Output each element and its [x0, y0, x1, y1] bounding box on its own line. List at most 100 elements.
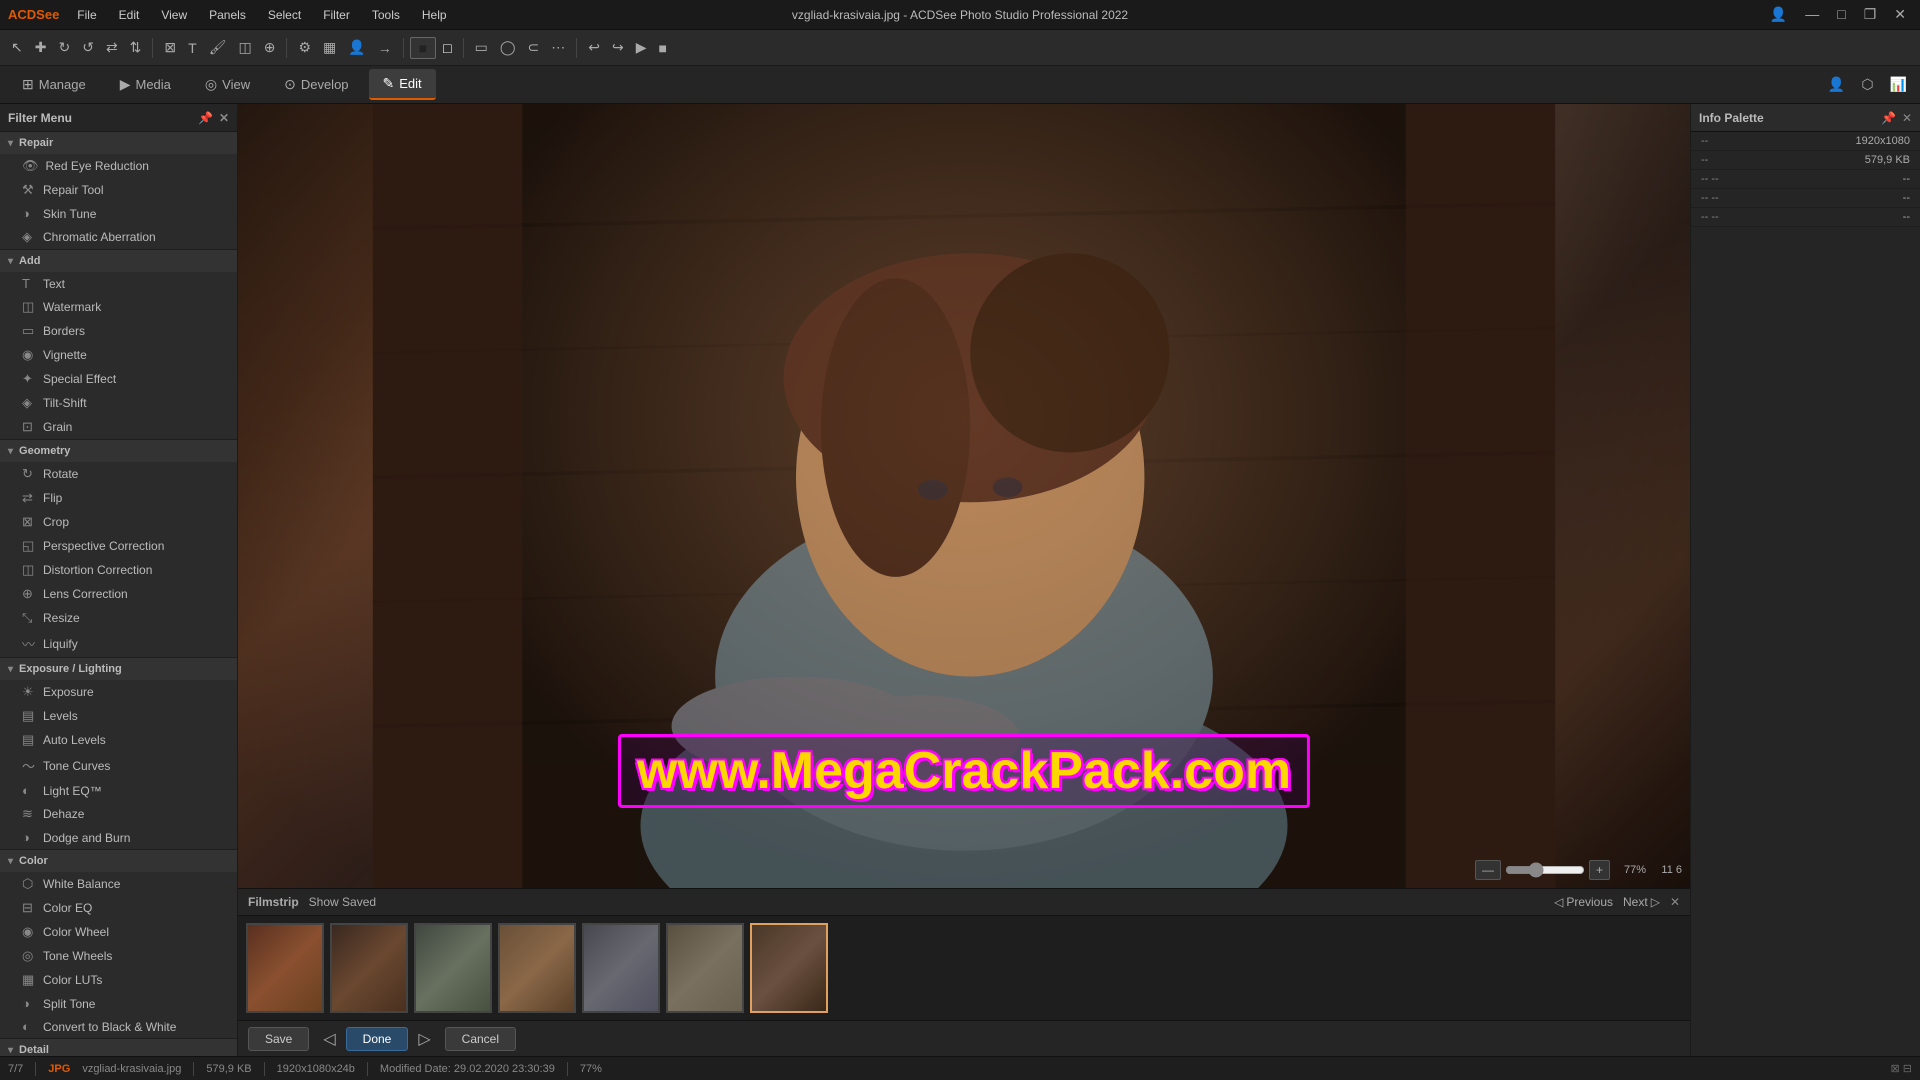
nav-account[interactable]: 👤 [1823, 73, 1850, 96]
restore-button[interactable]: ❐ [1858, 4, 1883, 25]
tab-edit[interactable]: ✎ Edit [369, 69, 436, 100]
save-button[interactable]: Save [248, 1027, 309, 1051]
zoom-slider[interactable] [1505, 862, 1585, 878]
tool-redo[interactable]: ↪ [607, 36, 629, 59]
filter-tone-curves[interactable]: 〜 Tone Curves [0, 752, 237, 779]
menu-select[interactable]: Select [264, 6, 305, 24]
zoom-in-button[interactable]: + [1589, 860, 1610, 880]
cancel-button[interactable]: Cancel [445, 1027, 516, 1051]
filter-dodge-burn[interactable]: ◑ Dodge and Burn [0, 826, 237, 849]
tool-rect[interactable]: ▭ [470, 36, 493, 59]
section-add-header[interactable]: ▾ Add [0, 250, 237, 272]
filter-exposure[interactable]: ☀ Exposure [0, 680, 237, 704]
tool-ellipse[interactable]: ◯ [495, 36, 521, 59]
tool-play[interactable]: ▶ [631, 36, 652, 59]
save-next-button[interactable]: ▷ [412, 1027, 436, 1051]
tool-move[interactable]: ✚ [30, 36, 52, 59]
filter-perspective-correction[interactable]: ◱ Perspective Correction [0, 534, 237, 558]
sidebar-scroll[interactable]: ▾ Repair 👁 Red Eye Reduction ⚒ Repair To… [0, 132, 237, 1056]
filter-distortion-correction[interactable]: ◫ Distortion Correction [0, 558, 237, 582]
menu-panels[interactable]: Panels [205, 6, 250, 24]
section-detail-header[interactable]: ▾ Detail [0, 1039, 237, 1056]
next-button[interactable]: Next ▷ [1623, 895, 1660, 909]
filter-crop[interactable]: ⊠ Crop [0, 510, 237, 534]
tab-manage[interactable]: ⊞ Manage [8, 69, 100, 100]
tab-view[interactable]: ◎ View [191, 69, 264, 100]
status-right-icons[interactable]: ⊠ ⊟ [1891, 1062, 1913, 1075]
filter-grain[interactable]: ⊡ Grain [0, 415, 237, 439]
filter-split-tone[interactable]: ◑ Split Tone [0, 992, 237, 1015]
tool-clone[interactable]: ⊕ [259, 36, 281, 59]
tool-undo[interactable]: ↩ [583, 36, 605, 59]
menu-file[interactable]: File [73, 6, 100, 24]
thumb-4[interactable] [498, 923, 576, 1013]
tool-color-fg[interactable]: ■ [410, 37, 436, 59]
section-exposure-header[interactable]: ▾ Exposure / Lighting [0, 658, 237, 680]
filter-vignette[interactable]: ◉ Vignette [0, 343, 237, 367]
filter-levels[interactable]: ▤ Levels [0, 704, 237, 728]
close-button[interactable]: ✕ [1888, 4, 1912, 25]
filter-white-balance[interactable]: ⬡ White Balance [0, 872, 237, 896]
filter-special-effect[interactable]: ✦ Special Effect [0, 367, 237, 391]
filter-watermark[interactable]: ◫ Watermark [0, 295, 237, 319]
account-icon[interactable]: 👤 [1764, 4, 1793, 25]
section-geometry-header[interactable]: ▾ Geometry [0, 440, 237, 462]
thumb-5[interactable] [582, 923, 660, 1013]
tool-rotate-ccw[interactable]: ↺ [77, 36, 99, 59]
sidebar-pin-icon[interactable]: 📌 [198, 111, 213, 125]
tool-select[interactable]: ↖ [6, 36, 28, 59]
thumb-1[interactable] [246, 923, 324, 1013]
tool-lasso[interactable]: ⊂ [523, 36, 545, 59]
canvas-container[interactable]: www.MegaCrackPack.com — + 77% 11 6 [238, 104, 1690, 888]
tool-paint[interactable]: 🖌 [204, 36, 232, 59]
minimize-button[interactable]: — [1799, 4, 1825, 25]
filter-resize[interactable]: ⤡ Resize [0, 606, 237, 630]
filter-red-eye-reduction[interactable]: 👁 Red Eye Reduction [0, 154, 237, 178]
zoom-out-button[interactable]: — [1475, 860, 1501, 880]
tool-settings[interactable]: ⚙ [293, 36, 316, 59]
tool-stop[interactable]: ■ [654, 37, 672, 59]
filter-text[interactable]: T Text [0, 272, 237, 295]
tab-develop[interactable]: ⊙ Develop [270, 69, 362, 100]
filmstrip-thumbnails[interactable] [238, 916, 1690, 1020]
filter-light-eq[interactable]: ◐ Light EQ™ [0, 779, 237, 802]
filter-skin-tune[interactable]: ◑ Skin Tune [0, 202, 237, 225]
filter-repair-tool[interactable]: ⚒ Repair Tool [0, 178, 237, 202]
show-saved-button[interactable]: Show Saved [309, 895, 376, 909]
tool-arrow[interactable]: → [373, 37, 397, 59]
filter-tilt-shift[interactable]: ◈ Tilt-Shift [0, 391, 237, 415]
menu-filter[interactable]: Filter [319, 6, 354, 24]
menu-help[interactable]: Help [418, 6, 451, 24]
thumb-3[interactable] [414, 923, 492, 1013]
tool-rotate-cw[interactable]: ↻ [53, 36, 75, 59]
done-button[interactable]: Done [346, 1027, 409, 1051]
tool-eraser[interactable]: ◫ [233, 36, 256, 59]
filter-rotate[interactable]: ↻ Rotate [0, 462, 237, 486]
filter-lens-correction[interactable]: ⊕ Lens Correction [0, 582, 237, 606]
sidebar-close-icon[interactable]: ✕ [219, 111, 229, 125]
filter-chromatic-aberration[interactable]: ◈ Chromatic Aberration [0, 225, 237, 249]
section-repair-header[interactable]: ▾ Repair [0, 132, 237, 154]
tool-flip-h[interactable]: ⇄ [101, 36, 123, 59]
menu-tools[interactable]: Tools [368, 6, 404, 24]
tool-color-bg[interactable]: □ [438, 37, 456, 59]
section-color-header[interactable]: ▾ Color [0, 850, 237, 872]
filter-color-eq[interactable]: ⊟ Color EQ [0, 896, 237, 920]
tab-media[interactable]: ▶ Media [106, 69, 185, 100]
info-pin-icon[interactable]: 📌 [1881, 111, 1896, 125]
previous-button[interactable]: ◁ Previous [1554, 895, 1613, 909]
nav-chart[interactable]: 📊 [1885, 73, 1912, 96]
filter-flip[interactable]: ⇄ Flip [0, 486, 237, 510]
tool-flip-v[interactable]: ⇅ [125, 36, 147, 59]
tool-crop[interactable]: ⊠ [159, 36, 181, 59]
save-prev-button[interactable]: ◁ [317, 1027, 341, 1051]
filter-dehaze[interactable]: ≋ Dehaze [0, 802, 237, 826]
filmstrip-close-button[interactable]: ✕ [1670, 895, 1680, 909]
thumb-7[interactable] [750, 923, 828, 1013]
filter-color-wheel[interactable]: ◉ Color Wheel [0, 920, 237, 944]
filter-auto-levels[interactable]: ▤ Auto Levels [0, 728, 237, 752]
tool-histogram[interactable]: ▦ [318, 36, 341, 59]
menu-edit[interactable]: Edit [115, 6, 144, 24]
tool-person[interactable]: 👤 [343, 36, 370, 59]
filter-borders[interactable]: ▭ Borders [0, 319, 237, 343]
